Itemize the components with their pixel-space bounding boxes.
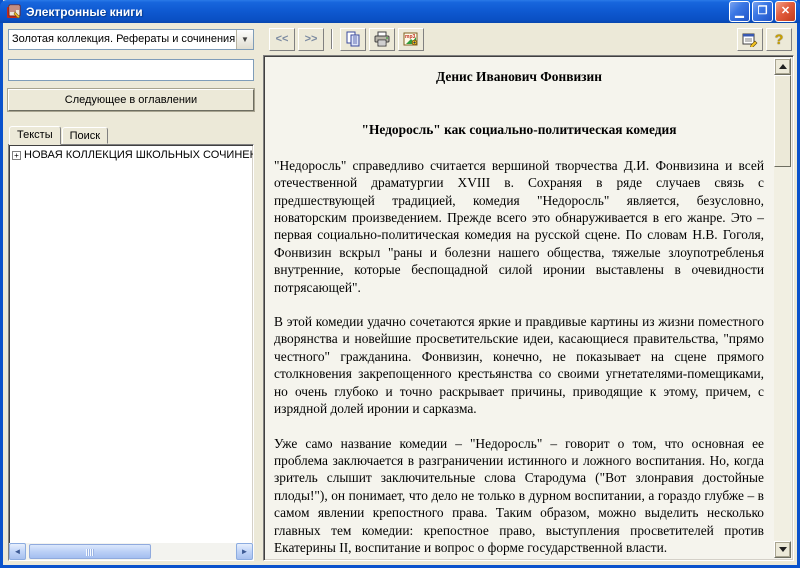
tree-expand-plus-icon[interactable]: + (12, 151, 21, 160)
document-author: Денис Иванович Фонвизин (274, 68, 764, 85)
maximize-icon: ❒ (758, 6, 768, 17)
tree-horizontal-scrollbar[interactable]: ◄ ► (9, 543, 253, 560)
minimize-icon: ▁ (735, 7, 743, 18)
properties-button[interactable] (737, 28, 763, 51)
close-button[interactable]: ✕ (775, 1, 796, 22)
minimize-button[interactable]: ▁ (729, 1, 750, 22)
app-window: Электронные книги ▁ ❒ ✕ Золотая коллекци… (0, 0, 800, 568)
scroll-right-icon[interactable]: ► (236, 543, 253, 560)
copy-button[interactable] (340, 28, 366, 51)
document-text: Денис Иванович Фонвизин "Недоросль" как … (266, 58, 774, 558)
print-button[interactable] (369, 28, 395, 51)
scroll-left-icon[interactable]: ◄ (9, 543, 26, 560)
help-button[interactable]: ? (766, 28, 792, 51)
paragraph: Уже само название комедии – "Недоросль" … (274, 435, 764, 557)
document-viewer[interactable]: Денис Иванович Фонвизин "Недоросль" как … (263, 55, 794, 561)
scroll-up-icon[interactable] (774, 58, 791, 75)
toc-tree-panel: + НОВАЯ КОЛЛЕКЦИЯ ШКОЛЬНЫХ СОЧИНЕНИЙ Д ◄… (8, 144, 254, 561)
printer-icon (374, 31, 390, 47)
document-title: "Недоросль" как социально-политическая к… (274, 121, 764, 138)
collection-select-value: Золотая коллекция. Рефераты и сочинения … (9, 30, 236, 49)
toolbar: << >> (263, 27, 794, 55)
forward-button[interactable]: >> (298, 28, 324, 51)
titlebar[interactable]: Электронные книги ▁ ❒ ✕ (0, 0, 800, 23)
copy-pages-icon (345, 31, 361, 47)
search-input[interactable] (8, 59, 254, 81)
paragraph: "Недоросль" справедливо считается вершин… (274, 157, 764, 296)
tab-search[interactable]: Поиск (62, 127, 108, 144)
window-title: Электронные книги (26, 5, 729, 19)
hscroll-track[interactable] (26, 543, 236, 560)
next-in-toc-button[interactable]: Следующее в оглавлении (8, 89, 254, 111)
help-icon: ? (775, 31, 784, 47)
maximize-button[interactable]: ❒ (752, 1, 773, 22)
sidebar: Золотая коллекция. Рефераты и сочинения … (3, 23, 259, 565)
toolbar-separator (331, 29, 333, 49)
tree-item-collection[interactable]: + НОВАЯ КОЛЛЕКЦИЯ ШКОЛЬНЫХ СОЧИНЕНИЙ Д (12, 149, 251, 161)
collection-select[interactable]: Золотая коллекция. Рефераты и сочинения … (8, 29, 254, 50)
svg-text:mp3: mp3 (405, 34, 416, 40)
close-icon: ✕ (781, 6, 790, 17)
scroll-down-icon[interactable] (774, 541, 791, 558)
export-audio-button[interactable]: mp3 (398, 28, 424, 51)
chevron-down-icon[interactable]: ▼ (236, 30, 253, 49)
back-button[interactable]: << (269, 28, 295, 51)
main-area: << >> (259, 23, 797, 565)
app-book-icon (6, 4, 22, 20)
tree-item-label: НОВАЯ КОЛЛЕКЦИЯ ШКОЛЬНЫХ СОЧИНЕНИЙ Д (24, 149, 253, 161)
sidebar-tabs: Тексты Поиск (8, 125, 254, 144)
vscroll-thumb[interactable] (774, 75, 791, 167)
toc-tree: + НОВАЯ КОЛЛЕКЦИЯ ШКОЛЬНЫХ СОЧИНЕНИЙ Д (9, 145, 253, 543)
mp3-export-icon: mp3 (403, 31, 419, 47)
tab-texts[interactable]: Тексты (9, 126, 61, 145)
paragraph: В этой комедии удачно сочетаются яркие и… (274, 313, 764, 417)
viewer-vertical-scrollbar[interactable] (774, 58, 791, 558)
hscroll-thumb[interactable] (29, 544, 151, 559)
properties-icon (742, 31, 758, 47)
